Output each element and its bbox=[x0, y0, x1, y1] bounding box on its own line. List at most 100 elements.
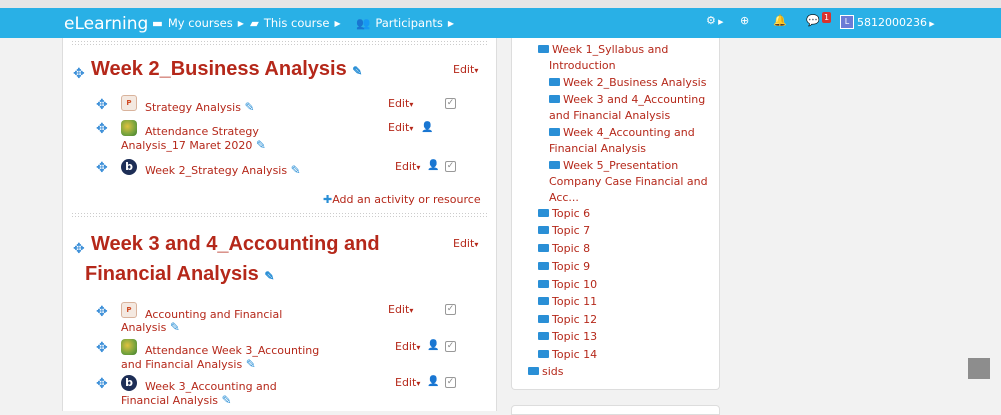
target-icon[interactable]: ⊕ bbox=[740, 14, 749, 27]
folder-icon bbox=[538, 280, 549, 288]
tree-item-sids[interactable]: sids bbox=[528, 364, 564, 380]
activity-link-cont[interactable]: Analysis ✎ bbox=[121, 320, 180, 335]
plus-icon: ✚ bbox=[323, 193, 333, 206]
group-mode-icon[interactable]: 👤 bbox=[421, 122, 433, 133]
activity-link[interactable]: Week 3_Accounting and bbox=[145, 380, 277, 393]
activity-edit-menu[interactable]: Edit▾ bbox=[388, 121, 413, 134]
tree-item-topic-9[interactable]: Topic 9 bbox=[538, 259, 590, 275]
caret-right-icon: ▶ bbox=[334, 18, 341, 28]
section-edit-menu[interactable]: Edit▾ bbox=[453, 237, 478, 250]
activity-link[interactable]: Accounting and Financial bbox=[145, 308, 282, 321]
activity-edit-menu[interactable]: Edit▾ bbox=[388, 303, 413, 316]
tree-item-week-5-cont[interactable]: Company Case Financial and bbox=[549, 174, 708, 190]
tree-item-topic-10[interactable]: Topic 10 bbox=[538, 277, 597, 293]
tree-item-week-3-4[interactable]: Week 3 and 4_Accounting bbox=[549, 92, 705, 108]
tree-item-week-1[interactable]: Week 1_Syllabus and bbox=[538, 42, 668, 58]
activity-edit-menu[interactable]: Edit▾ bbox=[395, 340, 420, 353]
courses-icon: ▬ bbox=[152, 16, 163, 30]
nav-my-courses[interactable]: ▬ My courses ▶ bbox=[152, 16, 244, 30]
caret-down-icon: ▾ bbox=[409, 124, 414, 133]
completion-checkbox[interactable]: ✓ bbox=[445, 98, 456, 109]
section-title[interactable]: Week 3 and 4_Accounting and bbox=[91, 233, 380, 256]
completion-checkbox[interactable]: ✓ bbox=[445, 304, 456, 315]
tree-item-topic-14[interactable]: Topic 14 bbox=[538, 347, 597, 363]
caret-right-icon: ▶ bbox=[237, 18, 244, 28]
tree-item-topic-6[interactable]: Topic 6 bbox=[538, 206, 590, 222]
avatar[interactable]: L bbox=[840, 15, 854, 29]
caret-down-icon: ▾ bbox=[416, 379, 421, 388]
completion-checkbox[interactable]: ✓ bbox=[445, 377, 456, 388]
activity-link-cont[interactable]: Financial Analysis ✎ bbox=[121, 393, 232, 408]
tree-item-topic-7[interactable]: Topic 7 bbox=[538, 223, 590, 239]
move-icon[interactable]: ✥ bbox=[73, 66, 85, 82]
brand-logo[interactable]: eLearning bbox=[64, 14, 148, 34]
pencil-icon[interactable]: ✎ bbox=[256, 138, 266, 152]
move-icon[interactable]: ✥ bbox=[96, 304, 108, 320]
pencil-icon[interactable]: ✎ bbox=[291, 163, 301, 177]
activity-edit-menu[interactable]: Edit▾ bbox=[395, 376, 420, 389]
course-navigation-block: Week 1_Syllabus and Introduction Week 2_… bbox=[511, 38, 720, 390]
caret-down-icon: ▾ bbox=[416, 343, 421, 352]
section-title-cont[interactable]: Financial Analysis ✎ bbox=[85, 263, 274, 286]
section-edit-menu[interactable]: Edit▾ bbox=[453, 63, 478, 76]
pencil-icon[interactable]: ✎ bbox=[222, 393, 232, 407]
tree-item-week-3-4-cont[interactable]: and Financial Analysis bbox=[549, 108, 670, 124]
activity-link[interactable]: Strategy Analysis ✎ bbox=[145, 100, 255, 115]
tree-item-topic-12[interactable]: Topic 12 bbox=[538, 312, 597, 328]
bigbluebutton-icon: b bbox=[121, 375, 137, 391]
group-mode-icon[interactable]: 👤 bbox=[427, 160, 439, 171]
tree-item-topic-11[interactable]: Topic 11 bbox=[538, 294, 597, 310]
tree-item-week-2[interactable]: Week 2_Business Analysis bbox=[549, 75, 706, 91]
activity-edit-menu[interactable]: Edit▾ bbox=[395, 160, 420, 173]
tree-item-week-4[interactable]: Week 4_Accounting and bbox=[549, 125, 695, 141]
chat-icon[interactable]: 💬 bbox=[806, 14, 820, 27]
section-title[interactable]: Week 2_Business Analysis ✎ bbox=[91, 58, 362, 81]
nav-participants[interactable]: 👥 Participants ▶ bbox=[356, 16, 454, 30]
tree-item-week-5[interactable]: Week 5_Presentation bbox=[549, 158, 678, 174]
user-id: 5812000236 bbox=[857, 16, 927, 29]
settings-menu[interactable]: ⚙ ▶ bbox=[706, 14, 723, 27]
activity-link[interactable]: Week 2_Strategy Analysis ✎ bbox=[145, 163, 301, 178]
move-icon[interactable]: ✥ bbox=[96, 121, 108, 137]
caret-down-icon: ▾ bbox=[416, 163, 421, 172]
folder-icon bbox=[538, 350, 549, 358]
pencil-icon[interactable]: ✎ bbox=[352, 64, 362, 78]
completion-checkbox[interactable]: ✓ bbox=[445, 341, 456, 352]
group-mode-icon[interactable]: 👤 bbox=[427, 376, 439, 387]
tree-item-topic-8[interactable]: Topic 8 bbox=[538, 241, 590, 257]
add-activity-link[interactable]: ✚Add an activity or resource bbox=[323, 193, 481, 206]
pencil-icon[interactable]: ✎ bbox=[246, 357, 256, 371]
folder-icon bbox=[538, 315, 549, 323]
nav-my-courses-label: My courses bbox=[167, 16, 233, 30]
caret-right-icon: ▶ bbox=[447, 18, 455, 28]
bell-icon[interactable]: 🔔 bbox=[773, 14, 787, 27]
bigbluebutton-icon: b bbox=[121, 159, 137, 175]
activity-link[interactable]: Attendance Strategy bbox=[145, 125, 259, 138]
pencil-icon[interactable]: ✎ bbox=[170, 320, 180, 334]
tree-item-week-1-cont[interactable]: Introduction bbox=[549, 58, 616, 74]
folder-icon bbox=[538, 45, 549, 53]
tree-item-topic-13[interactable]: Topic 13 bbox=[538, 329, 597, 345]
nav-this-course[interactable]: ▰ This course ▶ bbox=[250, 16, 341, 30]
pencil-icon[interactable]: ✎ bbox=[244, 100, 254, 114]
move-icon[interactable]: ✥ bbox=[96, 160, 108, 176]
move-icon[interactable]: ✥ bbox=[73, 241, 85, 257]
move-icon[interactable]: ✥ bbox=[96, 340, 108, 356]
back-to-top-button[interactable] bbox=[968, 358, 990, 379]
activity-link-cont[interactable]: and Financial Analysis ✎ bbox=[121, 357, 256, 372]
user-menu[interactable]: 5812000236 ▶ bbox=[857, 16, 935, 29]
activity-link[interactable]: Attendance Week 3_Accounting bbox=[145, 344, 319, 357]
gear-icon: ⚙ bbox=[706, 14, 716, 27]
activity-edit-menu[interactable]: Edit▾ bbox=[388, 97, 413, 110]
move-icon[interactable]: ✥ bbox=[96, 97, 108, 113]
group-mode-icon[interactable]: 👤 bbox=[427, 340, 439, 351]
folder-icon bbox=[538, 226, 549, 234]
caret-right-icon: ▶ bbox=[927, 20, 935, 28]
completion-checkbox[interactable]: ✓ bbox=[445, 161, 456, 172]
tree-item-week-5-cont2[interactable]: Acc... bbox=[549, 190, 579, 206]
move-icon[interactable]: ✥ bbox=[96, 376, 108, 392]
pencil-icon[interactable]: ✎ bbox=[264, 269, 274, 283]
caret-right-icon: ▶ bbox=[715, 18, 724, 26]
activity-link-cont[interactable]: Analysis_17 Maret 2020 ✎ bbox=[121, 138, 266, 153]
tree-item-week-4-cont[interactable]: Financial Analysis bbox=[549, 141, 646, 157]
